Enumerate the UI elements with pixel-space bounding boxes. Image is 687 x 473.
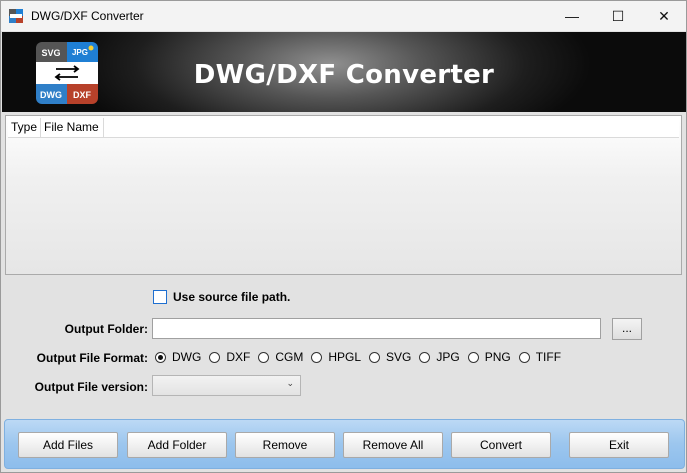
- radio-dot[interactable]: [369, 351, 381, 363]
- header-banner: SVG JPG DWG DXF DWG/DXF Converter: [2, 32, 686, 112]
- use-source-path-checkbox[interactable]: [153, 290, 167, 304]
- app-icon: [9, 9, 23, 23]
- file-list-header: Type File Name: [8, 118, 679, 138]
- radio-dot[interactable]: [155, 351, 166, 363]
- radio-dot[interactable]: [209, 351, 221, 363]
- remove-all-button[interactable]: Remove All: [343, 432, 443, 458]
- radio-dot[interactable]: [419, 351, 431, 363]
- radio-dot[interactable]: [258, 351, 270, 363]
- format-radio-dwg[interactable]: DWG: [155, 350, 201, 364]
- browse-button[interactable]: ...: [612, 318, 642, 340]
- logo-dwg-text: DWG: [40, 90, 62, 100]
- remove-button[interactable]: Remove: [235, 432, 335, 458]
- use-source-path-label: Use source file path.: [173, 290, 291, 304]
- radio-dot[interactable]: [467, 351, 479, 363]
- radio-label: DXF: [226, 350, 251, 364]
- file-list[interactable]: Type File Name: [5, 115, 682, 275]
- convert-button[interactable]: Convert: [451, 432, 551, 458]
- action-bar: Add Files Add Folder Remove Remove All C…: [4, 419, 685, 469]
- title-bar: DWG/DXF Converter — ☐ ✕: [1, 1, 686, 31]
- chevron-down-icon: ⌄: [286, 378, 294, 388]
- radio-label: HPGL: [328, 350, 362, 364]
- add-folder-button[interactable]: Add Folder: [127, 432, 227, 458]
- add-files-button[interactable]: Add Files: [18, 432, 118, 458]
- format-radio-hpgl[interactable]: HPGL: [311, 350, 361, 364]
- format-radio-jpg[interactable]: JPG: [419, 350, 460, 364]
- radio-label: TIFF: [535, 350, 562, 364]
- output-folder-label: Output Folder:: [64, 322, 148, 336]
- banner-title: DWG/DXF Converter: [2, 60, 686, 90]
- radio-dot[interactable]: [518, 351, 530, 363]
- radio-label: PNG: [484, 350, 511, 364]
- format-radio-svg[interactable]: SVG: [369, 350, 411, 364]
- column-file-name[interactable]: File Name: [41, 118, 104, 137]
- output-version-label: Output File version:: [34, 380, 148, 394]
- window-title: DWG/DXF Converter: [31, 9, 144, 23]
- radio-label: SVG: [386, 350, 412, 364]
- radio-dot[interactable]: [311, 351, 323, 363]
- output-version-select[interactable]: ⌄: [152, 375, 301, 396]
- logo-svg-text: SVG: [41, 48, 60, 58]
- output-format-label: Output File Format:: [36, 351, 148, 365]
- logo-jpg-text: JPG: [72, 48, 88, 57]
- app-window: DWG/DXF Converter — ☐ ✕ SVG JPG DWG DXF …: [0, 0, 687, 473]
- radio-label: CGM: [275, 350, 304, 364]
- maximize-button[interactable]: ☐: [595, 1, 641, 31]
- close-button[interactable]: ✕: [641, 1, 686, 31]
- logo-dxf-text: DXF: [73, 90, 92, 100]
- format-radio-tiff[interactable]: TIFF: [518, 350, 562, 364]
- use-source-path-option[interactable]: Use source file path.: [153, 290, 290, 304]
- format-radio-group: DWG DXF CGM HPGL SVG JPG PNG TIFF: [155, 350, 569, 364]
- minimize-button[interactable]: —: [549, 1, 595, 31]
- format-radio-png[interactable]: PNG: [467, 350, 511, 364]
- radio-label: JPG: [436, 350, 460, 364]
- column-type[interactable]: Type: [8, 118, 42, 137]
- output-folder-input[interactable]: [152, 318, 601, 339]
- format-radio-dxf[interactable]: DXF: [209, 350, 250, 364]
- format-radio-cgm[interactable]: CGM: [258, 350, 303, 364]
- exit-button[interactable]: Exit: [569, 432, 669, 458]
- banner-title-text: DWG/DXF Converter: [193, 60, 495, 90]
- radio-label: DWG: [172, 350, 202, 364]
